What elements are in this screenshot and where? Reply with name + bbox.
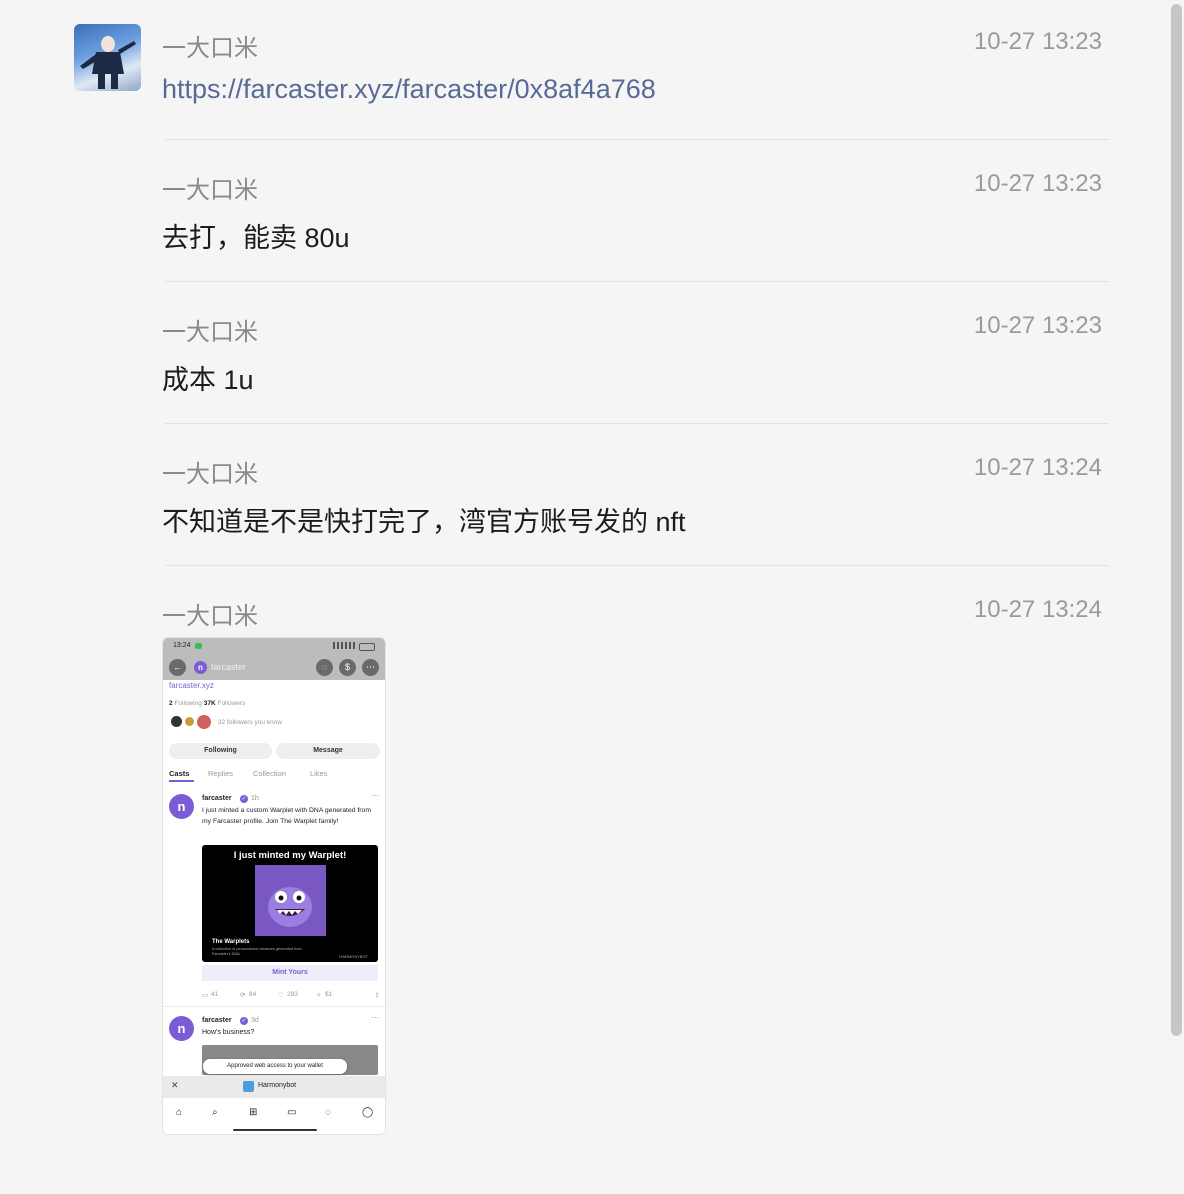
message-divider: [165, 423, 1109, 424]
phone-status-bar: 13:24: [163, 638, 385, 656]
scrollbar-thumb[interactable]: [1171, 4, 1182, 1036]
tab-collection[interactable]: Collection: [253, 769, 286, 778]
mutual-avatar: [171, 716, 182, 727]
wallet-icon[interactable]: ▭: [287, 1107, 296, 1118]
dollar-icon[interactable]: $: [339, 659, 356, 676]
message-item: 一大口米 10-27 13:23 成本 1u: [162, 312, 1102, 395]
verified-badge-icon: ✓: [240, 1017, 248, 1025]
follow-counts: 2 Following 37K Followers: [169, 700, 245, 707]
bell-icon[interactable]: ◌: [325, 1107, 331, 1118]
back-arrow-icon[interactable]: ←: [169, 659, 186, 676]
message-text: 成本 1u: [162, 365, 254, 395]
card-brand: HARMONYBOT: [339, 954, 368, 959]
home-icon[interactable]: ⌂: [176, 1107, 182, 1118]
mutual-avatar: [185, 717, 194, 726]
tab-replies[interactable]: Replies: [208, 769, 233, 778]
post-age: 1h: [251, 795, 259, 802]
post-author[interactable]: farcaster: [202, 1017, 232, 1024]
post-more-icon[interactable]: ⋯: [371, 791, 379, 800]
chat-icon[interactable]: ◯: [362, 1107, 373, 1118]
verified-badge-icon: ✓: [240, 795, 248, 803]
message-image-screenshot[interactable]: 13:24 ← n farcaster ◌ $ ⋯ farcaster.xyz …: [162, 637, 386, 1135]
message-button[interactable]: Message: [276, 743, 380, 759]
message-sender: 一大口米: [162, 603, 258, 630]
more-icon[interactable]: ⋯: [362, 659, 379, 676]
message-time: 10-27 13:23: [973, 312, 1102, 339]
search-icon[interactable]: ⌕: [212, 1107, 218, 1118]
phone-nav-bar: ← n farcaster ◌ $ ⋯: [163, 656, 385, 680]
tab-likes[interactable]: Likes: [310, 769, 328, 778]
post-divider: [163, 1006, 385, 1007]
message-sender: 一大口米: [162, 177, 258, 204]
message-time: 10-27 13:23: [973, 170, 1102, 197]
mint-yours-button[interactable]: Mint Yours: [202, 965, 378, 981]
wechat-status-icon: [195, 643, 202, 649]
avatar[interactable]: [74, 24, 141, 91]
like-icon[interactable]: ♡: [278, 991, 284, 999]
message-item: 一大口米 10-27 13:23 去打，能卖 80u: [162, 170, 1102, 253]
recast-count: 84: [249, 991, 257, 998]
bottom-tab-bar: ⌂ ⌕ ⊞ ▭ ◌ ◯: [163, 1100, 385, 1134]
warplet-card[interactable]: I just minted my Warplet! The Warplets A…: [202, 845, 378, 962]
post-more-icon[interactable]: ⋯: [371, 1013, 379, 1022]
post-author[interactable]: farcaster: [202, 795, 232, 802]
nav-title: farcaster: [211, 662, 247, 672]
reply-count: 41: [211, 991, 219, 998]
recast-icon[interactable]: ⟳: [240, 991, 245, 999]
message-item: 一大口米 10-27 13:24 不知道是不是快打完了，湾官方账号发的 nft: [162, 454, 1102, 537]
message-divider: [165, 565, 1109, 566]
tip-amount: $1: [325, 991, 333, 998]
like-count: 283: [287, 991, 298, 998]
post-age: 3d: [251, 1017, 259, 1024]
harmonybot-logo-icon: [243, 1081, 254, 1092]
reply-icon[interactable]: ▭: [202, 991, 208, 999]
followers-you-know: 32 followers you know: [218, 719, 282, 726]
avatar-figure-icon: [80, 36, 136, 89]
share-icon[interactable]: ⇪: [375, 991, 380, 999]
message-item: 一大口米 10-27 13:24: [162, 596, 1102, 636]
signal-icon: [333, 642, 355, 649]
farcaster-logo-icon: n: [194, 661, 207, 674]
message-divider: [165, 139, 1109, 140]
battery-icon: [359, 643, 375, 651]
tip-icon[interactable]: ✧: [316, 991, 321, 999]
toast-message: Approved web access to your wallet: [203, 1059, 347, 1074]
following-label: Following: [174, 700, 202, 707]
following-count: 2: [169, 700, 173, 707]
message-sender: 一大口米: [162, 319, 258, 346]
home-indicator: [233, 1129, 317, 1131]
followers-label: Followers: [217, 700, 246, 707]
message-time: 10-27 13:24: [973, 596, 1102, 623]
message-sender: 一大口米: [162, 35, 258, 62]
profile-link[interactable]: farcaster.xyz: [169, 681, 214, 690]
active-tab-indicator: [169, 780, 194, 782]
grid-icon[interactable]: ⊞: [249, 1107, 257, 1118]
warplet-image: [255, 865, 326, 936]
post-text: I just minted a custom Warplet with DNA …: [202, 807, 371, 825]
card-name: The Warplets: [212, 939, 250, 945]
message-item: 一大口米 10-27 13:23 https://farcaster.xyz/f…: [162, 28, 1102, 108]
mini-app-bar: ✕ Harmonybot: [163, 1076, 385, 1098]
message-link[interactable]: https://farcaster.xyz/farcaster/0x8af4a7…: [162, 74, 656, 105]
bell-icon[interactable]: ◌: [316, 659, 333, 676]
post-author-avatar[interactable]: n: [169, 1016, 194, 1041]
message-time: 10-27 13:23: [973, 28, 1102, 55]
message-time: 10-27 13:24: [973, 454, 1102, 481]
tab-casts[interactable]: Casts: [169, 769, 189, 778]
message-sender: 一大口米: [162, 461, 258, 488]
message-text: 去打，能卖 80u: [162, 223, 350, 253]
card-title: I just minted my Warplet!: [233, 850, 347, 861]
message-divider: [165, 281, 1109, 282]
mutual-avatar: [197, 715, 211, 729]
post-text: How's business?: [202, 1029, 255, 1036]
following-button[interactable]: Following: [169, 743, 272, 759]
warplet-monster-icon: [268, 887, 312, 927]
close-icon[interactable]: ✕: [171, 1080, 179, 1091]
followers-count: 37K: [203, 700, 216, 707]
message-text: 不知道是不是快打完了，湾官方账号发的 nft: [162, 507, 686, 537]
status-time: 13:24: [173, 642, 191, 649]
mini-app-name: Harmonybot: [258, 1082, 297, 1089]
post-author-avatar[interactable]: n: [169, 794, 194, 819]
card-desc: A collection of personalized creatures g…: [212, 947, 302, 956]
